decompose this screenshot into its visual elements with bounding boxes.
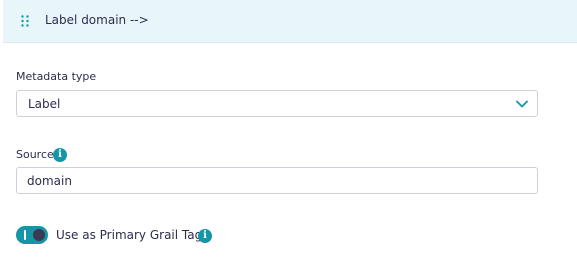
chevron-down-icon <box>516 100 528 108</box>
metadata-type-label: Metadata type <box>16 70 97 83</box>
metadata-type-value: Label <box>28 97 61 111</box>
toggle-on-mark <box>24 230 26 240</box>
source-info-icon[interactable]: i <box>53 148 67 162</box>
rule-title: Label domain --> <box>45 13 149 27</box>
rule-header: Label domain --> <box>3 0 577 43</box>
primary-grail-tag-label: Use as Primary Grail Tag <box>56 228 203 242</box>
drag-handle-icon[interactable] <box>21 15 29 27</box>
metadata-type-select[interactable]: Label <box>16 90 538 117</box>
source-label: Source <box>16 148 54 161</box>
source-input[interactable] <box>16 167 538 194</box>
toggle-knob <box>33 229 45 241</box>
primary-grail-tag-toggle[interactable] <box>16 226 48 244</box>
primary-grail-tag-info-icon[interactable]: i <box>198 229 212 243</box>
